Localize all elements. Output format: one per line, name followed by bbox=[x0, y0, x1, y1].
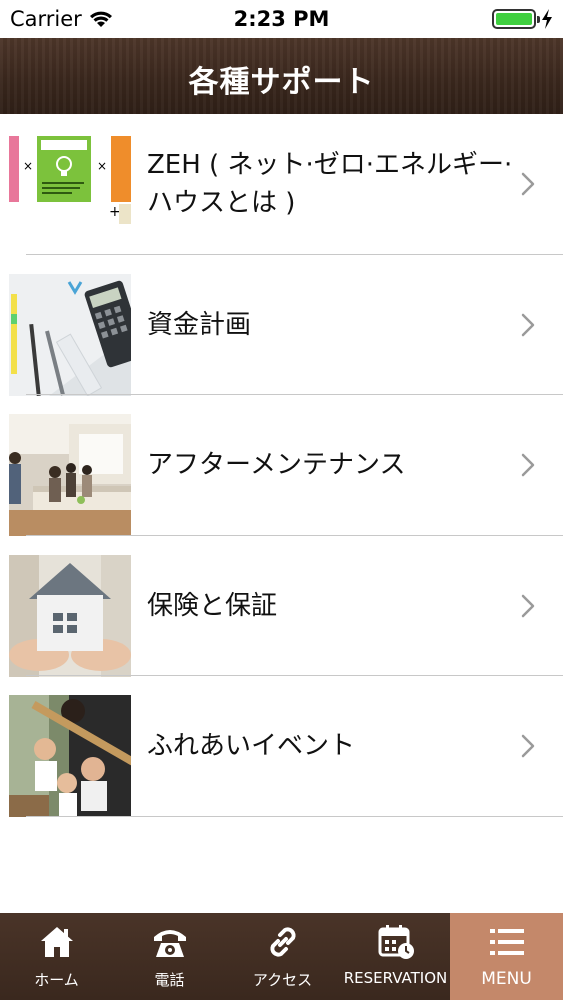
list-item-funding-plan[interactable]: 資金計画 bbox=[0, 255, 563, 396]
chevron-right-icon bbox=[521, 594, 535, 617]
svg-text:×: × bbox=[23, 159, 33, 173]
chevron-right-icon bbox=[521, 735, 535, 758]
list-item-insurance-warranty[interactable]: 保険と保証 bbox=[0, 536, 563, 677]
svg-text:+: + bbox=[109, 204, 121, 220]
zeh-diagram-image: × × + bbox=[9, 132, 131, 254]
kitchen-people-image bbox=[9, 414, 131, 536]
battery-icon bbox=[492, 9, 540, 29]
battery-fill bbox=[496, 13, 532, 25]
status-bar: Carrier 2:23 PM bbox=[0, 0, 563, 38]
tab-reservation[interactable]: RESERVATION bbox=[339, 913, 452, 1000]
tab-label: RESERVATION bbox=[343, 969, 448, 987]
navigation-header: 各種サポート bbox=[0, 38, 563, 114]
list-item-label: ZEH ( ネット·ゼロ·エネルギー·ハウスとは ) bbox=[147, 150, 513, 219]
menu-icon bbox=[489, 929, 524, 955]
row-divider bbox=[26, 815, 563, 817]
list-item-zeh[interactable]: × × + ZEH ( ネット·ゼロ·エネルギー·ハウスとは ) bbox=[0, 114, 563, 255]
chevron-right-icon bbox=[521, 173, 535, 196]
chevron-right-icon bbox=[521, 313, 535, 336]
charging-bolt-icon bbox=[542, 9, 552, 29]
tab-menu[interactable]: MENU bbox=[450, 913, 563, 1000]
tab-label: アクセス bbox=[252, 971, 313, 989]
list-item-label: 資金計画 bbox=[147, 309, 252, 340]
tab-access[interactable]: アクセス bbox=[226, 913, 339, 1000]
list-item-label: アフターメンテナンス bbox=[147, 450, 406, 481]
home-icon bbox=[40, 927, 73, 957]
tab-home[interactable]: ホーム bbox=[0, 913, 113, 1000]
list-item-after-maintenance[interactable]: アフターメンテナンス bbox=[0, 395, 563, 536]
list-item-label: 保険と保証 bbox=[147, 590, 278, 621]
house-in-hands-image bbox=[9, 554, 131, 677]
page-title: 各種サポート bbox=[188, 65, 375, 100]
support-menu-list: × × + ZEH ( ネット·ゼロ·エネルギー·ハウスとは ) 資金計画 アフ… bbox=[0, 114, 563, 817]
svg-text:×: × bbox=[97, 159, 107, 173]
tab-label: 電話 bbox=[154, 971, 185, 989]
tab-label: ホーム bbox=[34, 971, 79, 989]
bottom-tab-bar: ホーム 電話 アクセス RESERVATION MENU bbox=[0, 913, 563, 1000]
list-item-community-event[interactable]: ふれあいイベント bbox=[0, 676, 563, 817]
phone-icon bbox=[153, 930, 186, 957]
family-event-image bbox=[9, 695, 131, 817]
calculator-desk-image bbox=[9, 273, 131, 396]
chevron-right-icon bbox=[521, 454, 535, 477]
link-icon bbox=[269, 927, 296, 957]
tab-label: MENU bbox=[481, 969, 532, 989]
tab-phone[interactable]: 電話 bbox=[113, 913, 226, 1000]
calendar-clock-icon bbox=[378, 925, 414, 959]
clock-time: 2:23 PM bbox=[233, 7, 330, 31]
list-item-label: ふれあいイベント bbox=[147, 731, 356, 762]
